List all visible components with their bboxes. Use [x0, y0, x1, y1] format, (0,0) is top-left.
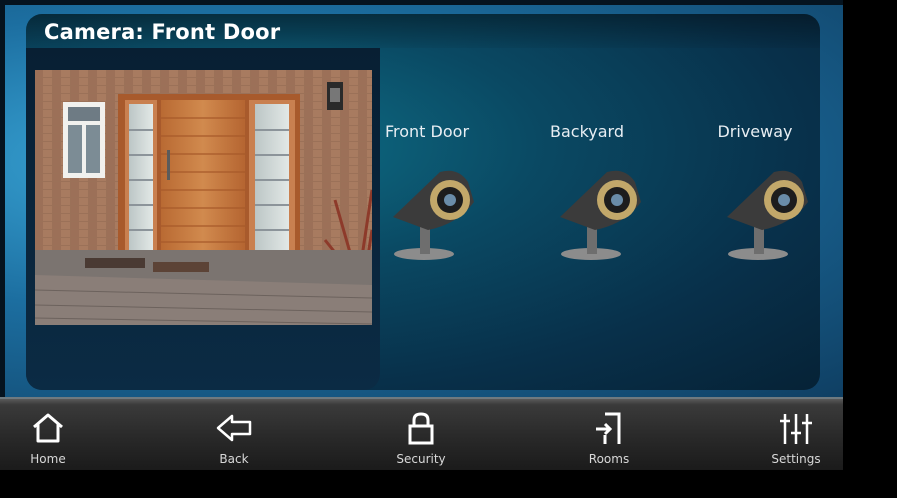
nav-home-button[interactable]: Home: [3, 399, 93, 470]
lock-icon: [408, 412, 434, 445]
nav-label: Security: [396, 452, 446, 466]
camera-preview[interactable]: [35, 70, 372, 325]
nav-settings-button[interactable]: Settings: [751, 399, 841, 470]
nav-security-button[interactable]: Security: [376, 399, 466, 470]
door-enter-icon: [596, 412, 621, 444]
camera-label-front-door: Front Door: [384, 122, 470, 141]
nav-back-button[interactable]: Back: [189, 399, 279, 470]
sliders-icon: [780, 414, 812, 444]
camera-panel: Camera: Front Door Front Door Backyard D…: [26, 14, 820, 390]
nav-label: Home: [30, 452, 66, 466]
page-title: Camera: Front Door: [44, 20, 281, 44]
camera-label-driveway: Driveway: [717, 122, 793, 141]
screen: Camera: Front Door Front Door Backyard D…: [0, 0, 843, 470]
bottom-nav: Home Back Security Rooms Settings: [0, 397, 843, 470]
security-camera-icon[interactable]: [722, 162, 812, 262]
home-icon: [33, 413, 63, 443]
camera-label-backyard: Backyard: [550, 122, 624, 141]
nav-rooms-button[interactable]: Rooms: [564, 399, 654, 470]
camera-feed-image: [35, 70, 372, 325]
security-camera-icon[interactable]: [388, 162, 478, 262]
nav-label: Back: [219, 452, 249, 466]
nav-label: Settings: [771, 452, 821, 466]
security-camera-icon[interactable]: [555, 162, 645, 262]
nav-label: Rooms: [588, 452, 630, 466]
back-arrow-icon: [216, 414, 252, 442]
